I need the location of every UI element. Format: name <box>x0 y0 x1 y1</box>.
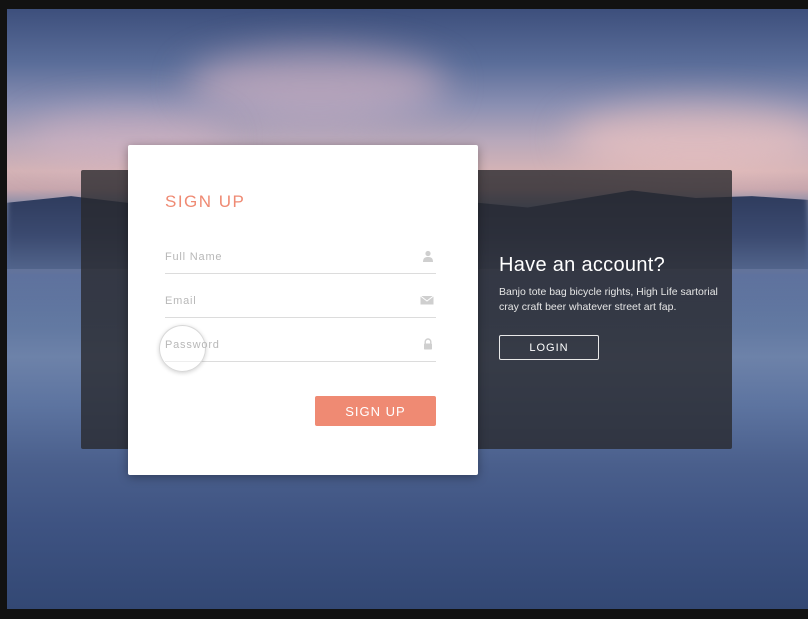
email-input[interactable] <box>165 291 405 311</box>
envelope-icon <box>420 295 434 305</box>
signup-button[interactable]: SIGN UP <box>315 396 436 426</box>
login-panel-title: Have an account? <box>499 254 666 276</box>
password-field <box>159 325 436 372</box>
background-cloud <box>567 104 808 174</box>
full-name-field <box>165 242 436 274</box>
signup-card: SIGN UP SIGN UP <box>128 145 478 475</box>
user-icon <box>423 250 433 262</box>
password-input[interactable] <box>165 335 405 355</box>
full-name-input[interactable] <box>165 247 405 267</box>
login-panel-description: Banjo tote bag bicycle rights, High Life… <box>499 286 718 313</box>
lock-icon <box>424 338 432 350</box>
background-cloud <box>187 49 447 119</box>
email-field <box>165 286 436 318</box>
login-button[interactable]: LOGIN <box>499 335 599 360</box>
signup-title: SIGN UP <box>165 192 246 211</box>
